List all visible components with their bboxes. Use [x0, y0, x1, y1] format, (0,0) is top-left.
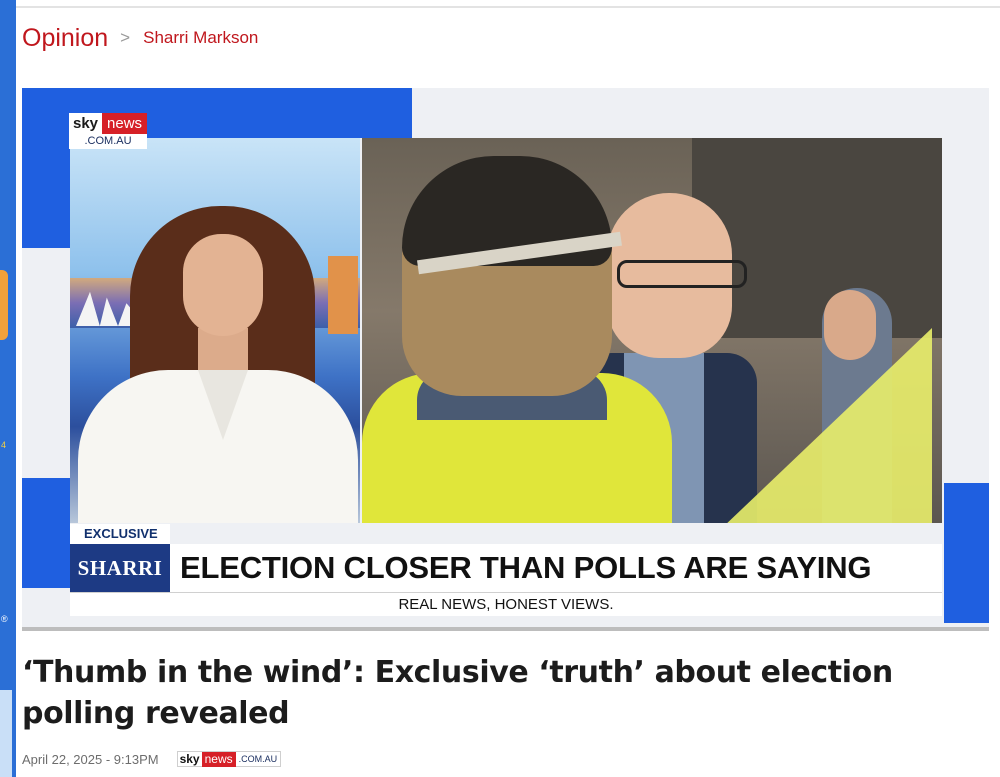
studio-graphic — [22, 138, 70, 248]
logo-news-text: news — [102, 113, 148, 134]
presenter-name-tag: SHARRI — [70, 544, 170, 592]
exclusive-tag: EXCLUSIVE — [70, 524, 170, 544]
lower-third-strapline: REAL NEWS, HONEST VIEWS. — [70, 592, 942, 616]
article-title: ‘Thumb in the wind’: Exclusive ‘truth’ a… — [22, 655, 893, 731]
breadcrumb-author-link[interactable]: Sharri Markson — [143, 28, 258, 48]
video-progress-track[interactable] — [22, 627, 989, 631]
article-page: 4 ® Opinion > Sharri Markson sky news .C… — [0, 0, 1000, 777]
chevron-right-icon: > — [120, 28, 131, 47]
studio-graphic — [22, 478, 70, 588]
logo-domain-text: .COM.AU — [69, 134, 148, 149]
lower-third: SHARRI ELECTION CLOSER THAN POLLS ARE SA… — [70, 544, 942, 592]
edge-decoration — [0, 270, 8, 340]
breadcrumb: Opinion > Sharri Markson — [22, 22, 258, 54]
hero-video[interactable]: sky news .COM.AU EXCLUSIVE SHARRI ELECTI… — [22, 88, 989, 631]
presenter-face — [183, 234, 263, 336]
studio-graphic — [944, 483, 989, 623]
glasses-shape — [617, 260, 747, 288]
edge-mark: ® — [1, 614, 8, 624]
page-edge-strip: 4 ® — [0, 0, 16, 777]
breadcrumb-opinion-link[interactable]: Opinion — [22, 24, 108, 53]
source-logo-news: news — [201, 751, 236, 767]
logo-sky-text: sky — [69, 113, 103, 134]
lower-third-headline: ELECTION CLOSER THAN POLLS ARE SAYING — [180, 550, 872, 585]
field-footage-panel — [362, 138, 942, 523]
bridge-pylon-shape — [328, 256, 358, 334]
sky-news-logo: sky news .COM.AU — [69, 113, 148, 149]
bystander-head — [824, 290, 876, 360]
edge-decoration — [0, 690, 12, 777]
presenter-panel — [70, 138, 360, 523]
source-logo-domain: .COM.AU — [238, 754, 278, 764]
divider — [16, 6, 1000, 8]
source-logo[interactable]: sky news .COM.AU — [176, 751, 282, 767]
publish-date: April 22, 2025 - 9:13PM — [22, 751, 159, 767]
article-meta: April 22, 2025 - 9:13PM sky news .COM.AU — [22, 750, 282, 768]
source-logo-sky: sky — [179, 752, 200, 766]
edge-digit: 4 — [1, 440, 7, 450]
